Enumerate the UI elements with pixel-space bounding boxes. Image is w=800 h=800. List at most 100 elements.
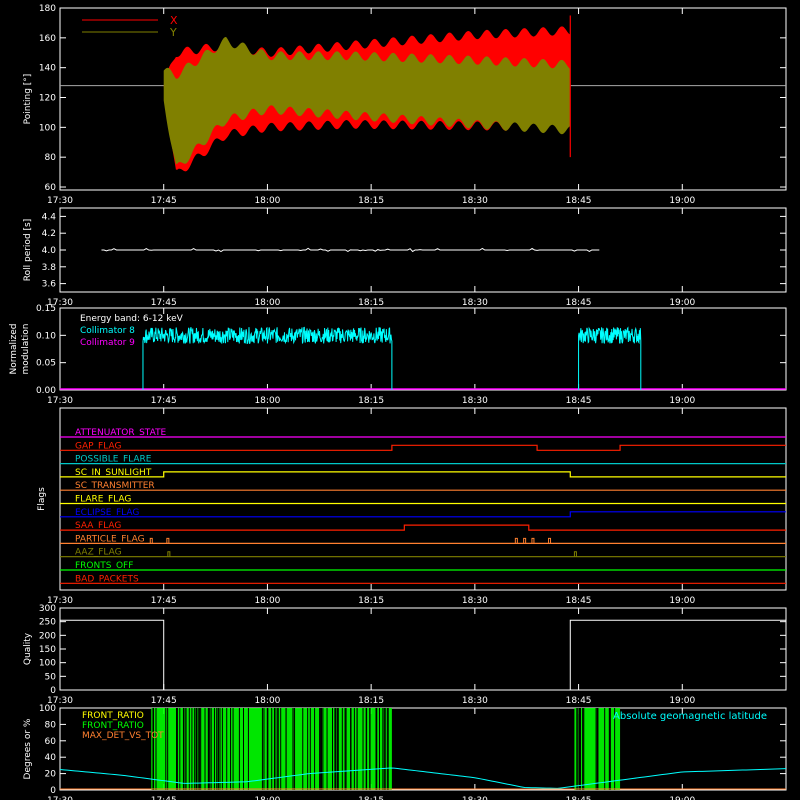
y-tick-label: 40 [45,753,57,763]
x-tick-label: 18:45 [566,796,592,800]
y-tick-label: 0 [50,786,56,796]
y-tick-label: 60 [45,183,57,193]
x-tick-label: 17:45 [151,196,177,206]
legend-label-y: Y [169,26,177,39]
legend-label-front-ratio-green: FRONT_RATIO [82,721,144,731]
legend-label-geomagnetic-latitude: Absolute geomagnetic latitude [613,711,767,722]
y-axis-label: Pointing [°] [23,74,33,125]
x-tick-label: 18:15 [358,596,384,606]
y-tick-label: 0 [50,686,56,696]
y-tick-label: 180 [39,4,56,14]
x-tick-label: 18:30 [462,196,488,206]
y-axis-label: Flags [37,487,47,511]
x-tick-label: 17:45 [151,396,177,406]
legend-label-max-det-vs-tot: MAX_DET_VS_TOT [82,731,164,741]
x-tick-label: 18:15 [358,796,384,800]
x-tick-label: 18:00 [254,696,280,706]
x-tick-label: 18:00 [254,596,280,606]
x-tick-label: 18:30 [462,298,488,308]
y-axis-label: Degrees or % [23,718,33,779]
x-tick-label: 18:45 [566,696,592,706]
legend-label-front-ratio-yellow: FRONT_RATIO [82,711,144,721]
x-tick-label: 18:15 [358,196,384,206]
particle-flag-spike [166,537,170,544]
x-tick-label: 18:30 [462,596,488,606]
y-tick-label: 80 [45,720,57,730]
flag-trace-eclipse-flag [60,511,786,518]
y-tick-label: 120 [39,94,56,104]
x-tick-label: 18:00 [254,396,280,406]
y-tick-label: 0.05 [36,359,56,369]
x-tick-label: 17:45 [151,298,177,308]
x-tick-label: 18:45 [566,596,592,606]
y-tick-label: 4.4 [42,212,57,222]
y-tick-label: 0.00 [36,386,56,396]
rhessi-quicklook-figure: 17:30 17:45 18:00 18:15 18:30 18:45 19:00 60 80 1… [9,4,787,800]
flag-trace-gap-flag [60,444,786,451]
y-tick-label: 100 [39,123,56,133]
x-tick-label: 17:30 [47,396,73,406]
particle-flag-spike [548,537,552,544]
x-tick-label: 19:00 [669,298,695,308]
collimator-8-segment-1 [578,326,642,390]
y-tick-label: 60 [45,737,57,747]
y-tick-label: 150 [39,645,56,655]
y-tick-label: 80 [45,153,57,163]
x-tick-label: 17:45 [151,596,177,606]
y-axis-label: Quality [23,632,33,665]
x-tick-label: 18:15 [358,298,384,308]
y-tick-label: 3.6 [42,280,57,290]
aaz-flag-spike [167,551,171,557]
particle-flag-spike [523,537,527,544]
x-tick-label: 17:45 [151,796,177,800]
y-axis-label: Roll period [s] [23,219,33,281]
y-tick-label: 4.2 [42,229,56,239]
x-tick-label: 19:00 [669,196,695,206]
particle-flag-spike [531,537,535,544]
y-tick-label: 160 [39,34,56,44]
y-axis-label: modulation [21,324,31,375]
flag-trace-saa-flag [60,524,786,531]
x-tick-label: 18:30 [462,696,488,706]
x-tick-label: 17:45 [151,696,177,706]
aaz-flag-spike [573,551,577,557]
x-tick-label: 18:00 [254,196,280,206]
x-tick-label: 17:30 [47,196,73,206]
y-tick-label: 0.15 [36,304,56,314]
collimator-8-segment-0 [142,326,393,390]
roll-period-line [101,247,600,253]
y-tick-label: 3.8 [42,263,57,273]
panel-frame-3 [59,407,787,591]
x-tick-label: 18:15 [358,696,384,706]
energy-band-annotation: Energy band: 6-12 keV [80,314,184,324]
y-tick-label: 250 [39,618,56,628]
x-tick-label: 19:00 [669,696,695,706]
legend-label-collimator-8: Collimator 8 [80,326,135,336]
flag-trace-sc-in-sunlight [60,471,786,478]
quality-line [60,619,786,691]
legend-label-collimator-9: Collimator 9 [80,338,135,348]
y-tick-label: 140 [39,64,56,74]
x-tick-label: 18:00 [254,796,280,800]
y-axis-label: Normalized [9,323,19,374]
x-tick-label: 18:30 [462,796,488,800]
y-tick-label: 4.0 [42,246,57,256]
y-tick-label: 0.10 [36,331,56,341]
x-tick-label: 18:00 [254,298,280,308]
x-tick-label: 19:00 [669,396,695,406]
y-tick-label: 100 [39,659,56,669]
x-tick-label: 18:45 [566,396,592,406]
x-tick-label: 19:00 [669,796,695,800]
y-tick-label: 50 [45,672,57,682]
y-tick-label: 200 [39,631,56,641]
particle-flag-spike [514,537,518,544]
x-tick-label: 19:00 [669,596,695,606]
x-tick-label: 18:45 [566,298,592,308]
particle-flag-spike [149,537,153,544]
y-tick-label: 100 [39,704,56,714]
x-tick-label: 17:30 [47,796,73,800]
x-tick-label: 18:45 [566,196,592,206]
x-tick-label: 18:15 [358,396,384,406]
x-tick-label: 18:30 [462,396,488,406]
y-tick-label: 300 [39,604,56,614]
